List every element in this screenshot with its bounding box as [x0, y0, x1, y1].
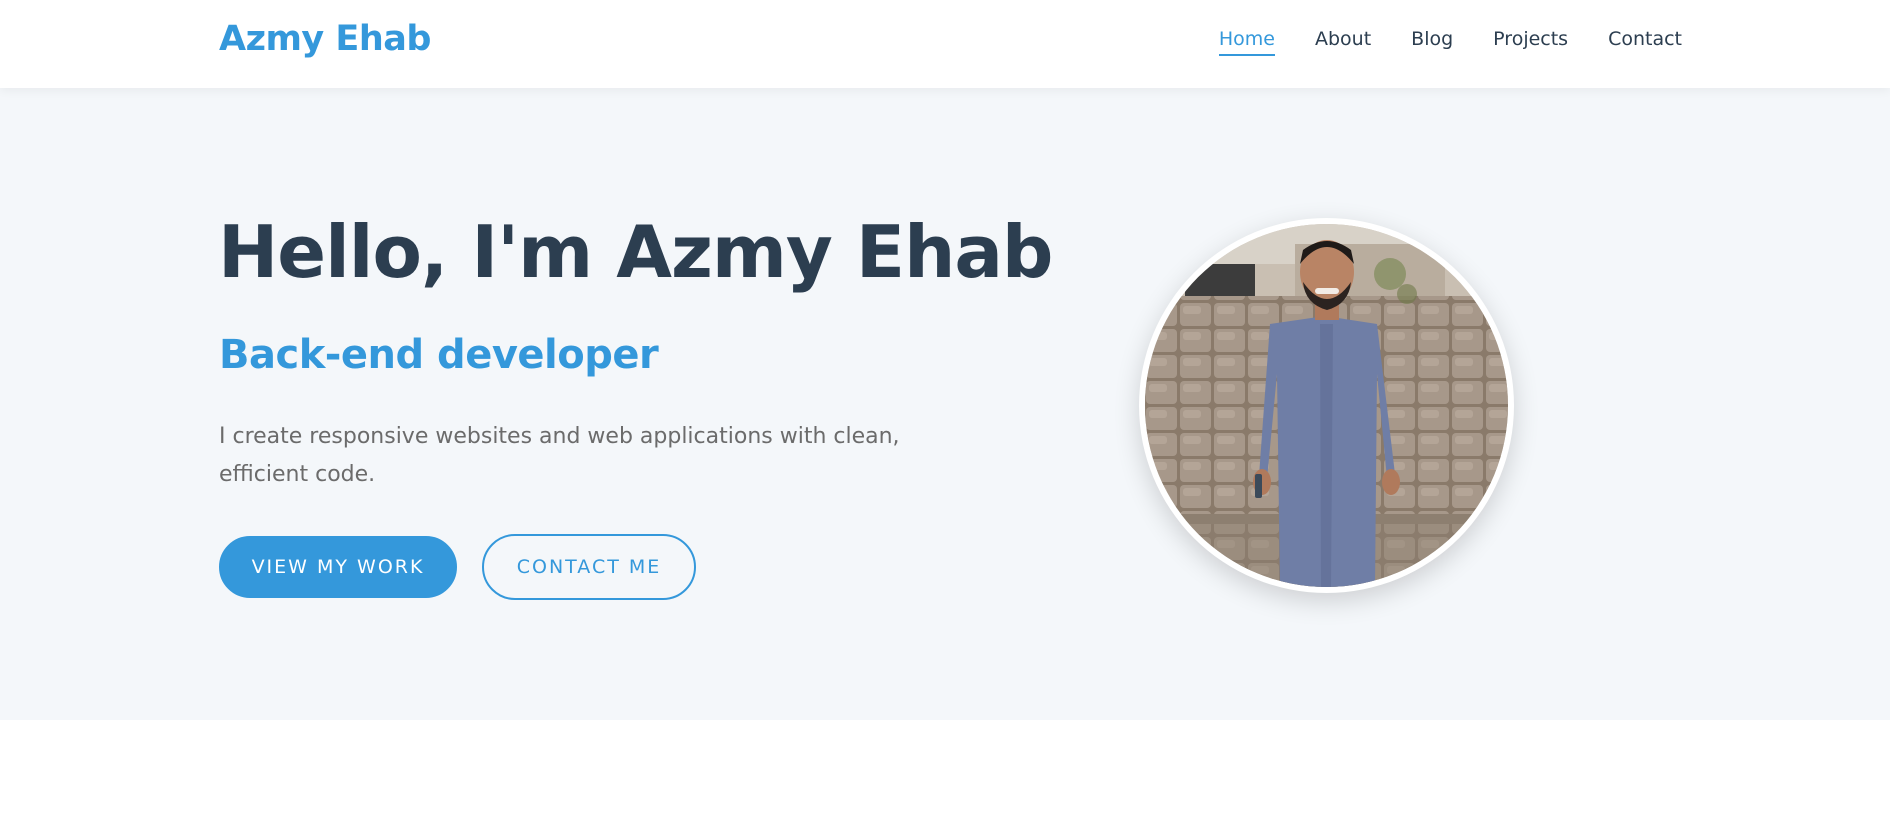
site-logo[interactable]: Azmy Ehab	[219, 19, 431, 59]
nav-projects[interactable]: Projects	[1493, 28, 1568, 56]
contact-me-button[interactable]: CONTACT ME	[482, 534, 696, 600]
profile-photo	[1145, 224, 1508, 587]
nav-home[interactable]: Home	[1218, 28, 1276, 56]
site-header: Azmy Ehab Home About Blog Projects Conta…	[0, 0, 1890, 88]
hero-title: Hello, I'm Azmy Ehab	[218, 210, 1053, 294]
hero-subtitle: Back-end developer	[219, 332, 659, 378]
hero-description: I create responsive websites and web app…	[219, 424, 900, 487]
nav-contact[interactable]: Contact	[1608, 28, 1682, 56]
view-my-work-button[interactable]: VIEW MY WORK	[219, 536, 457, 598]
profile-image-frame	[1139, 218, 1514, 593]
nav-about[interactable]: About	[1315, 28, 1371, 56]
nav-blog[interactable]: Blog	[1411, 28, 1453, 56]
hero-section: Hello, I'm Azmy Ehab Back-end developer …	[0, 88, 1890, 720]
main-nav: Home About Blog Projects Contact	[1218, 28, 1682, 56]
